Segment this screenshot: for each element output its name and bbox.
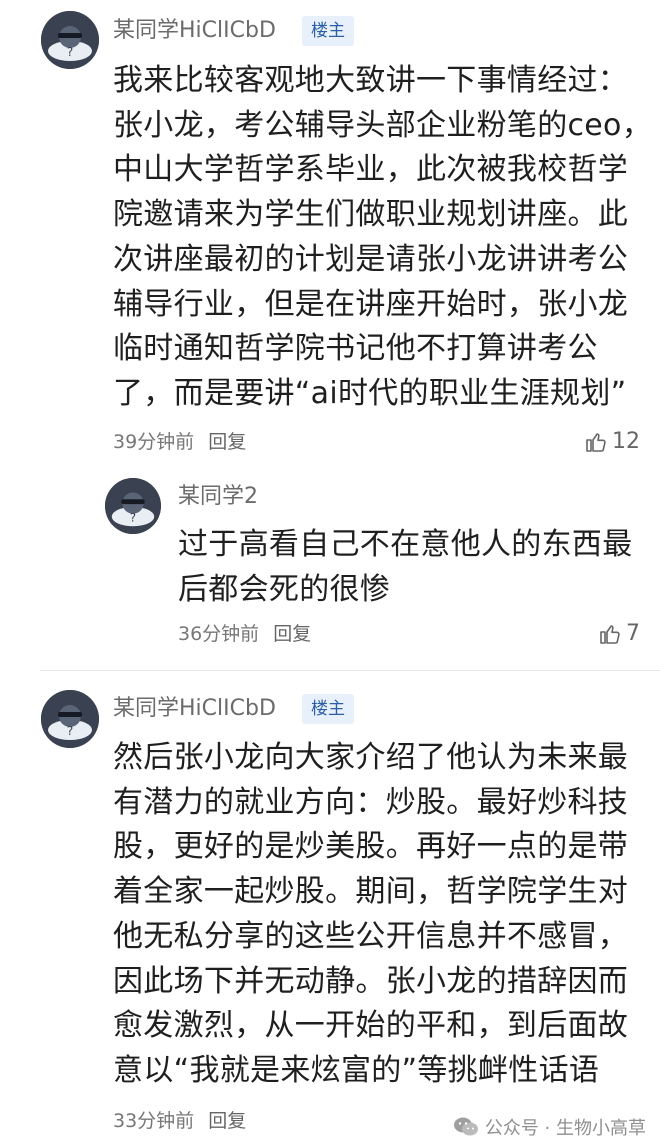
svg-text:?: ? <box>130 510 136 524</box>
watermark-text: 公众号 · 生物小高草 <box>484 1118 646 1139</box>
like-button[interactable]: 12 <box>584 429 640 455</box>
avatar[interactable]: ? <box>41 11 99 69</box>
comment-line: 他无私分享的这些公开信息并不感冒， <box>113 918 629 954</box>
anonymous-avatar-icon: ? <box>41 11 99 69</box>
comment-line: 然后张小龙向大家介绍了他认为未来最 <box>113 740 629 775</box>
comment-line: 意以“我就是来炫富的”等挑衅性话语 <box>113 1052 600 1088</box>
reply-button[interactable]: 回复 <box>208 1110 246 1132</box>
comment-line: 次讲座最初的计划是请张小龙讲讲考公 <box>113 241 629 277</box>
avatar[interactable]: ? <box>105 478 161 534</box>
comment-meta: 39分钟前 回复 <box>113 429 246 455</box>
comment-line: 着全家一起炒股。期间，哲学院学生对 <box>113 874 629 910</box>
comment-line: 有潜力的就业方向：炒股。最好炒科技 <box>113 784 629 820</box>
svg-text:?: ? <box>67 45 73 59</box>
comment-line: 辅导行业，但是在讲座开始时，张小龙 <box>113 286 629 322</box>
timestamp: 39分钟前 <box>113 431 195 453</box>
comment-line: 中山大学哲学系毕业，此次被我校哲学 <box>113 152 629 188</box>
comment-line: 过于高看自己不在意他人的东西最 <box>178 527 633 562</box>
reply-button[interactable]: 回复 <box>208 431 246 453</box>
reply-button[interactable]: 回复 <box>273 623 311 645</box>
timestamp: 33分钟前 <box>113 1110 195 1132</box>
like-count: 12 <box>612 429 640 454</box>
anonymous-avatar-icon: ? <box>105 478 161 534</box>
thumbs-up-icon <box>600 625 620 644</box>
comment-line: 我来比较客观地大致讲一下事情经过： <box>113 63 629 98</box>
comment-line: 张小龙，考公辅导头部企业粉笔的ceo， <box>113 107 653 143</box>
comment-body: 过于高看自己不在意他人的东西最 后都会死的很惨 <box>178 523 633 612</box>
username[interactable]: 某同学2 <box>178 482 258 512</box>
op-badge: 楼主 <box>302 16 354 46</box>
comment-body: 然后张小龙向大家介绍了他认为未来最 有潜力的就业方向：炒股。最好炒科技 股，更好… <box>113 736 628 1094</box>
like-count: 7 <box>626 621 640 646</box>
comment-meta: 36分钟前 回复 <box>178 621 311 647</box>
watermark: 公众号 · 生物小高草 <box>453 1114 646 1140</box>
svg-text:?: ? <box>67 724 73 738</box>
comment-line: 院邀请来为学生们做职业规划讲座。此 <box>113 197 629 233</box>
divider <box>40 670 660 671</box>
comment-line: 后都会死的很惨 <box>178 571 391 607</box>
thumbs-up-icon <box>586 433 606 452</box>
username[interactable]: 某同学HiClICbD <box>113 16 276 46</box>
username[interactable]: 某同学HiClICbD <box>113 694 276 724</box>
comment-line: 愈发激烈，从一开始的平和，到后面故 <box>113 1008 629 1044</box>
comment-line: 因此场下并无动静。张小龙的措辞因而 <box>113 963 629 999</box>
comment-line: 股，更好的是炒美股。再好一点的是带 <box>113 829 629 865</box>
wechat-icon <box>453 1117 478 1136</box>
anonymous-avatar-icon: ? <box>41 690 99 748</box>
timestamp: 36分钟前 <box>178 623 260 645</box>
comment-body: 我来比较客观地大致讲一下事情经过： 张小龙，考公辅导头部企业粉笔的ceo， 中山… <box>113 59 652 417</box>
comment-line: 临时通知哲学院书记他不打算讲考公 <box>113 331 598 367</box>
like-button[interactable]: 7 <box>598 621 640 647</box>
op-badge: 楼主 <box>302 694 354 724</box>
comment-meta: 33分钟前 回复 <box>113 1108 246 1134</box>
avatar[interactable]: ? <box>41 690 99 748</box>
comment-line: 了，而是要讲“ai时代的职业生涯规划” <box>113 375 627 411</box>
